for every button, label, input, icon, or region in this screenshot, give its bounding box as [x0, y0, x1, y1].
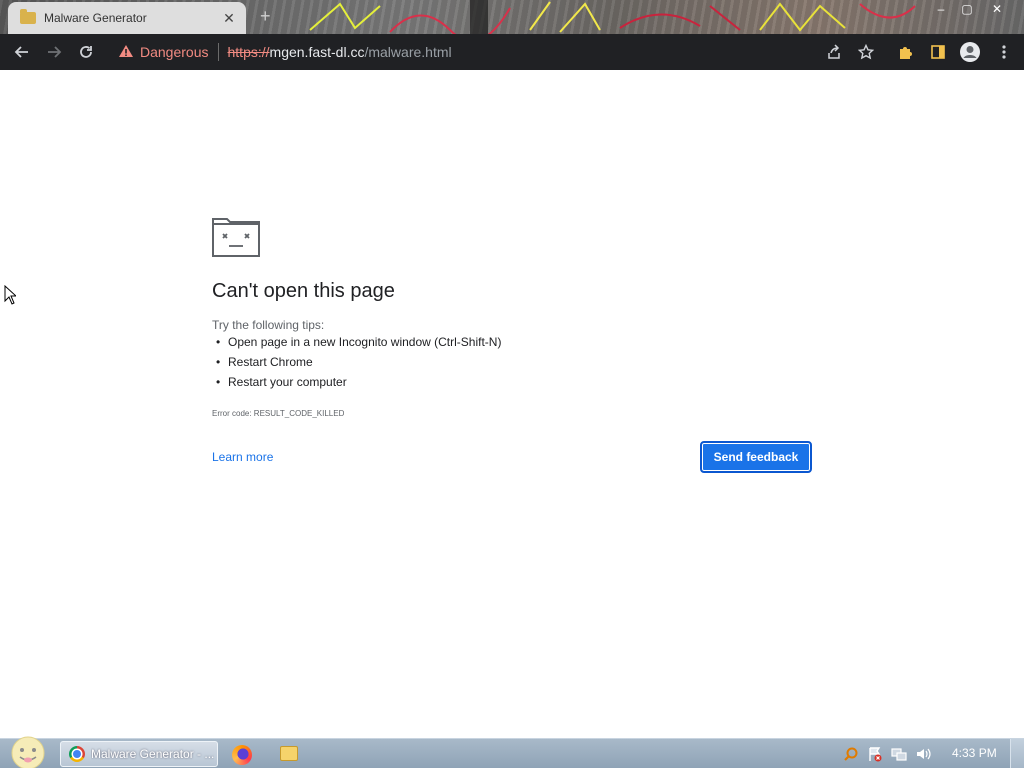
- taskbar-window-title: Malware Generator - ...: [91, 747, 215, 761]
- tips-list: Open page in a new Incognito window (Ctr…: [216, 334, 501, 394]
- tips-intro: Try the following tips:: [212, 318, 325, 332]
- side-panel-icon[interactable]: [926, 40, 950, 64]
- forward-icon[interactable]: [42, 40, 66, 64]
- close-tab-icon[interactable]: ✕: [222, 11, 236, 25]
- chrome-icon: [69, 746, 85, 762]
- extensions-icon[interactable]: [894, 40, 918, 64]
- window-close-button[interactable]: ✕: [982, 0, 1012, 18]
- firefox-icon[interactable]: [232, 745, 252, 765]
- reload-icon[interactable]: [74, 40, 98, 64]
- tip-item: Restart Chrome: [216, 354, 501, 374]
- folder-icon[interactable]: [280, 746, 298, 761]
- network-icon[interactable]: [890, 745, 908, 763]
- error-page: Can't open this page Try the following t…: [0, 70, 1024, 738]
- system-tray: [842, 745, 932, 763]
- share-icon[interactable]: [822, 40, 846, 64]
- tip-item: Open page in a new Incognito window (Ctr…: [216, 334, 501, 354]
- sad-folder-icon: [212, 215, 260, 262]
- browser-toolbar: Dangerous https:// mgen.fast-dl.cc /malw…: [0, 34, 1024, 70]
- warning-icon: [118, 44, 134, 61]
- flag-icon[interactable]: [866, 745, 884, 763]
- learn-more-link[interactable]: Learn more: [212, 450, 273, 464]
- url-host: mgen.fast-dl.cc: [269, 44, 365, 60]
- omnibox-divider: [217, 43, 219, 61]
- error-code: Error code: RESULT_CODE_KILLED: [212, 409, 345, 418]
- tab-malware-generator[interactable]: Malware Generator ✕: [8, 2, 246, 34]
- back-icon[interactable]: [10, 40, 34, 64]
- security-status[interactable]: Dangerous: [140, 44, 209, 60]
- profile-icon[interactable]: [958, 40, 982, 64]
- new-tab-button[interactable]: +: [260, 6, 271, 26]
- url-path: /malware.html: [364, 44, 452, 60]
- send-feedback-button[interactable]: Send feedback: [700, 441, 812, 473]
- address-bar[interactable]: Dangerous https:// mgen.fast-dl.cc /malw…: [110, 37, 880, 67]
- wallpaper-graffiti: [309, 0, 916, 34]
- tab-title: Malware Generator: [44, 11, 147, 25]
- error-heading: Can't open this page: [212, 280, 395, 302]
- taskbar-clock[interactable]: 4:33 PM: [952, 746, 997, 760]
- search-icon[interactable]: [842, 745, 860, 763]
- url-scheme: https://: [227, 44, 270, 60]
- mouse-cursor-icon: [4, 284, 18, 310]
- tip-item: Restart your computer: [216, 374, 501, 394]
- star-icon[interactable]: [854, 40, 878, 64]
- menu-icon[interactable]: [992, 40, 1016, 64]
- taskbar-chrome-window[interactable]: Malware Generator - ...: [60, 741, 218, 767]
- taskbar: Malware Generator - ... 4:33 PM: [0, 736, 1024, 768]
- volume-icon[interactable]: [914, 745, 932, 763]
- maximize-button[interactable]: ▢: [952, 0, 982, 18]
- tab-strip: Malware Generator ✕ + – ▢ ✕: [0, 0, 1024, 34]
- start-button[interactable]: [8, 736, 48, 768]
- show-desktop-button[interactable]: [1010, 739, 1024, 768]
- folder-icon: [20, 9, 36, 24]
